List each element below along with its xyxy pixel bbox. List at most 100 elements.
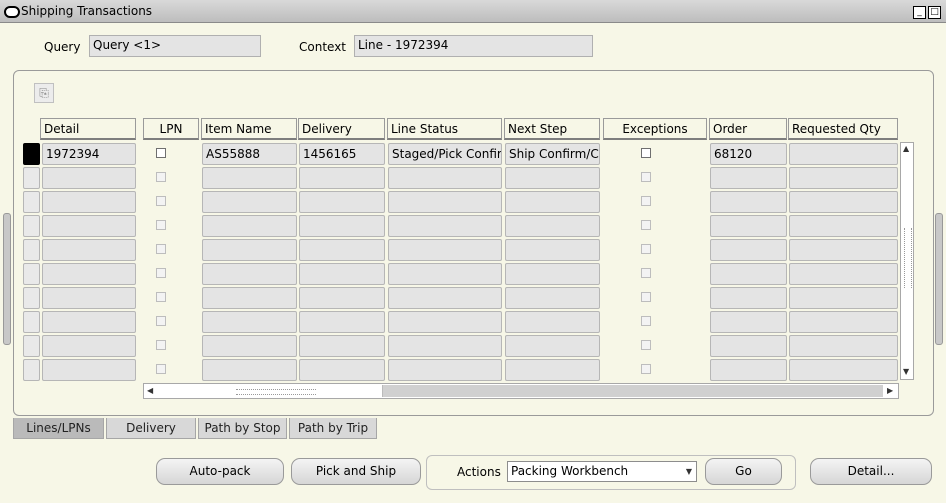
empty-checkbox[interactable]: [641, 172, 651, 182]
empty-cell[interactable]: [710, 335, 787, 357]
empty-checkbox[interactable]: [156, 196, 166, 206]
tab-delivery[interactable]: Delivery: [106, 418, 196, 439]
empty-cell[interactable]: [710, 287, 787, 309]
empty-checkbox[interactable]: [156, 244, 166, 254]
empty-cell[interactable]: [299, 287, 385, 309]
tab-lines-lpns[interactable]: Lines/LPNs: [13, 418, 104, 439]
header-lpn[interactable]: LPN: [143, 118, 199, 140]
scroll-down-icon[interactable]: ▼: [903, 367, 909, 376]
cell-delivery[interactable]: 1456165: [299, 143, 385, 165]
context-field[interactable]: Line - 1972394: [354, 35, 593, 57]
empty-checkbox[interactable]: [641, 196, 651, 206]
tab-path-by-trip[interactable]: Path by Trip: [289, 418, 377, 439]
empty-cell[interactable]: [505, 359, 600, 381]
empty-cell[interactable]: [42, 215, 136, 237]
empty-cell[interactable]: [388, 335, 502, 357]
header-next-step[interactable]: Next Step: [504, 118, 600, 140]
empty-cell[interactable]: [388, 263, 502, 285]
empty-cell[interactable]: [299, 311, 385, 333]
row-selector[interactable]: [23, 287, 40, 309]
empty-checkbox[interactable]: [641, 268, 651, 278]
header-delivery[interactable]: Delivery: [298, 118, 385, 140]
empty-checkbox[interactable]: [641, 292, 651, 302]
empty-checkbox[interactable]: [641, 364, 651, 374]
empty-cell[interactable]: [202, 215, 297, 237]
empty-cell[interactable]: [202, 191, 297, 213]
empty-cell[interactable]: [710, 215, 787, 237]
empty-cell[interactable]: [202, 335, 297, 357]
row-selector[interactable]: [23, 191, 40, 213]
exceptions-checkbox[interactable]: [641, 148, 651, 158]
empty-cell[interactable]: [42, 335, 136, 357]
empty-cell[interactable]: [299, 191, 385, 213]
empty-cell[interactable]: [42, 263, 136, 285]
empty-cell[interactable]: [299, 239, 385, 261]
lpn-checkbox[interactable]: [156, 148, 166, 158]
empty-cell[interactable]: [42, 167, 136, 189]
empty-cell[interactable]: [505, 239, 600, 261]
row-selector[interactable]: [23, 239, 40, 261]
empty-cell[interactable]: [202, 263, 297, 285]
empty-cell[interactable]: [789, 167, 898, 189]
empty-checkbox[interactable]: [641, 340, 651, 350]
empty-checkbox[interactable]: [641, 220, 651, 230]
cell-line-status[interactable]: Staged/Pick Confirmed: [388, 143, 502, 165]
empty-cell[interactable]: [789, 263, 898, 285]
left-resize-grip[interactable]: [3, 213, 11, 345]
auto-pack-button[interactable]: Auto-pack: [156, 458, 284, 485]
empty-cell[interactable]: [505, 263, 600, 285]
empty-cell[interactable]: [388, 167, 502, 189]
empty-cell[interactable]: [388, 215, 502, 237]
cell-requested-qty[interactable]: [789, 143, 898, 165]
empty-cell[interactable]: [710, 263, 787, 285]
scroll-left-icon[interactable]: ◀: [147, 386, 153, 395]
cell-order[interactable]: 68120: [710, 143, 787, 165]
empty-cell[interactable]: [710, 167, 787, 189]
empty-checkbox[interactable]: [156, 292, 166, 302]
empty-cell[interactable]: [42, 359, 136, 381]
empty-cell[interactable]: [789, 287, 898, 309]
empty-cell[interactable]: [388, 287, 502, 309]
detail-button[interactable]: Detail...: [810, 458, 932, 485]
empty-cell[interactable]: [789, 239, 898, 261]
header-order[interactable]: Order: [709, 118, 787, 140]
empty-cell[interactable]: [505, 311, 600, 333]
empty-cell[interactable]: [710, 311, 787, 333]
scroll-grip[interactable]: [904, 228, 912, 288]
empty-cell[interactable]: [388, 359, 502, 381]
empty-checkbox[interactable]: [641, 244, 651, 254]
scroll-track[interactable]: [383, 385, 883, 397]
scroll-thumb[interactable]: [156, 385, 383, 397]
cell-detail[interactable]: 1972394: [42, 143, 136, 165]
empty-cell[interactable]: [505, 191, 600, 213]
empty-cell[interactable]: [505, 287, 600, 309]
header-item-name[interactable]: Item Name: [201, 118, 297, 140]
tab-path-by-stop[interactable]: Path by Stop: [198, 418, 287, 439]
actions-select[interactable]: Packing Workbench ▼: [507, 461, 697, 482]
empty-checkbox[interactable]: [156, 316, 166, 326]
header-line-status[interactable]: Line Status: [387, 118, 502, 140]
empty-checkbox[interactable]: [156, 268, 166, 278]
empty-cell[interactable]: [388, 311, 502, 333]
empty-cell[interactable]: [789, 311, 898, 333]
empty-checkbox[interactable]: [156, 220, 166, 230]
empty-cell[interactable]: [299, 167, 385, 189]
empty-cell[interactable]: [202, 167, 297, 189]
row-selector[interactable]: [23, 359, 40, 381]
header-detail[interactable]: Detail: [40, 118, 136, 140]
row-selector[interactable]: [23, 143, 40, 165]
query-field[interactable]: Query <1>: [89, 35, 261, 57]
empty-cell[interactable]: [299, 215, 385, 237]
maximize-button[interactable]: □: [928, 6, 941, 19]
empty-cell[interactable]: [202, 287, 297, 309]
empty-cell[interactable]: [202, 239, 297, 261]
empty-cell[interactable]: [202, 359, 297, 381]
empty-cell[interactable]: [388, 239, 502, 261]
go-button[interactable]: Go: [705, 458, 782, 485]
header-requested-qty[interactable]: Requested Qty: [788, 118, 898, 140]
empty-cell[interactable]: [710, 359, 787, 381]
pick-and-ship-button[interactable]: Pick and Ship: [291, 458, 421, 485]
empty-cell[interactable]: [42, 287, 136, 309]
empty-cell[interactable]: [299, 359, 385, 381]
scroll-right-icon[interactable]: ▶: [887, 386, 893, 395]
